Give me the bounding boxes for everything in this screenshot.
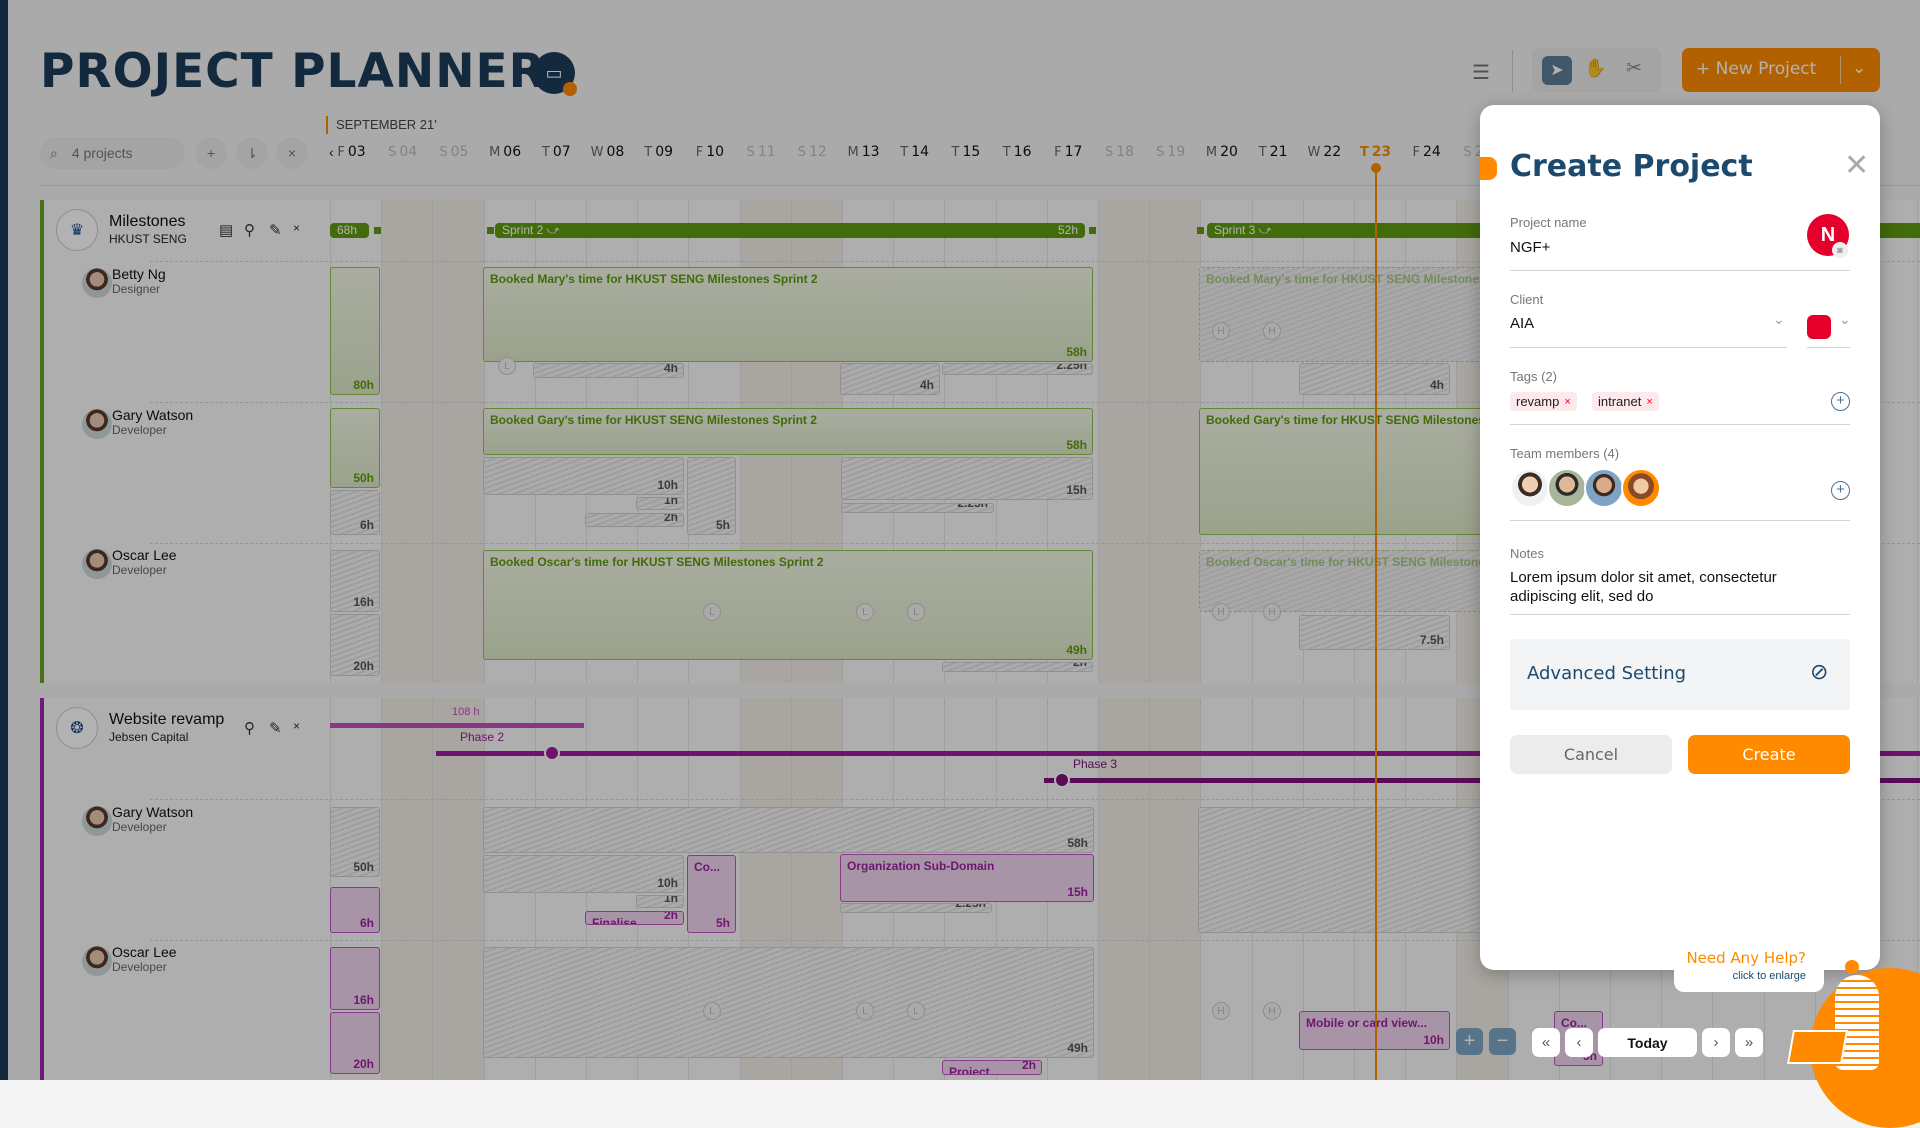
next-button[interactable]: › <box>1702 1028 1730 1057</box>
team-member-avatar[interactable] <box>1547 468 1587 508</box>
help-subtitle: click to enlarge <box>1732 970 1806 982</box>
advanced-setting-label: Advanced Setting <box>1527 663 1687 684</box>
add-member-icon[interactable]: + <box>1831 481 1850 500</box>
create-project-dialog: Create Project ✕ Project name NGF+ N ◙ C… <box>1480 105 1880 970</box>
client-select[interactable]: AIA <box>1510 315 1770 332</box>
tags-label: Tags (2) <box>1510 369 1557 384</box>
assistant-hat-icon <box>1845 960 1859 974</box>
laptop-icon <box>1787 1030 1848 1064</box>
team-member-avatar[interactable] <box>1621 468 1661 508</box>
dialog-title: Create Project <box>1510 149 1753 184</box>
project-name-input[interactable]: NGF+ <box>1510 239 1810 256</box>
remove-tag-icon[interactable]: × <box>1564 396 1570 408</box>
create-button[interactable]: Create <box>1688 735 1850 774</box>
first-page-button[interactable]: « <box>1532 1028 1560 1057</box>
help-bubble[interactable]: Need Any Help? click to enlarge <box>1674 940 1824 992</box>
advanced-setting-toggle[interactable]: Advanced Setting ⊘ <box>1510 639 1850 710</box>
remove-tag-icon[interactable]: × <box>1646 396 1652 408</box>
notes-label: Notes <box>1510 546 1544 561</box>
help-title: Need Any Help? <box>1686 949 1806 967</box>
chevron-down-icon[interactable]: ⌄ <box>1773 311 1785 328</box>
camera-icon[interactable]: ◙ <box>1832 242 1848 258</box>
project-name-label: Project name <box>1510 215 1587 230</box>
cancel-button[interactable]: Cancel <box>1510 735 1672 774</box>
client-color-swatch[interactable] <box>1807 315 1831 339</box>
last-page-button[interactable]: » <box>1735 1028 1763 1057</box>
client-label: Client <box>1510 292 1544 307</box>
tag-chip[interactable]: intranet × <box>1592 392 1659 411</box>
accent-tab <box>1480 157 1497 180</box>
notes-input[interactable]: Lorem ipsum dolor sit amet, consectetur … <box>1510 568 1830 606</box>
eye-slash-icon[interactable]: ⊘ <box>1810 659 1828 685</box>
team-member-avatar[interactable] <box>1584 468 1624 508</box>
tag-chip[interactable]: revamp × <box>1510 392 1577 411</box>
team-members-label: Team members (4) <box>1510 446 1620 461</box>
add-tag-icon[interactable]: + <box>1831 392 1850 411</box>
team-member-avatar[interactable] <box>1510 468 1550 508</box>
today-button[interactable]: Today <box>1598 1028 1697 1057</box>
close-icon[interactable]: ✕ <box>1844 151 1869 181</box>
prev-button[interactable]: ‹ <box>1565 1028 1593 1057</box>
chevron-down-icon[interactable]: ⌄ <box>1839 311 1851 328</box>
